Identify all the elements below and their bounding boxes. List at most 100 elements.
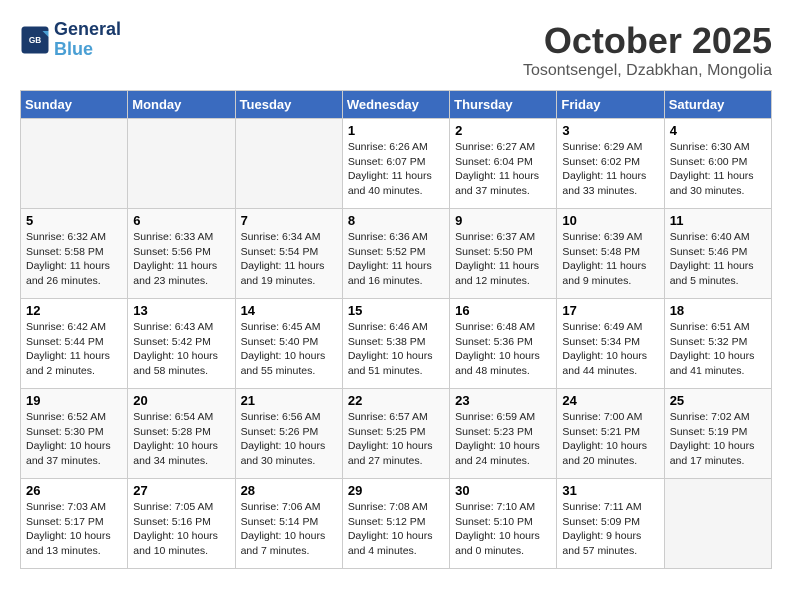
day-number: 17 xyxy=(562,303,658,318)
calendar-week-row: 5Sunrise: 6:32 AM Sunset: 5:58 PM Daylig… xyxy=(21,209,772,299)
day-number: 21 xyxy=(241,393,337,408)
day-number: 3 xyxy=(562,123,658,138)
calendar-cell: 20 Sunrise: 6:54 AM Sunset: 5:28 PM Dayli… xyxy=(128,389,235,479)
calendar-cell: 8 Sunrise: 6:36 AM Sunset: 5:52 PM Daylig… xyxy=(342,209,449,299)
calendar-cell: 13 Sunrise: 6:43 AM Sunset: 5:42 PM Dayli… xyxy=(128,299,235,389)
calendar-cell: 18 Sunrise: 6:51 AM Sunset: 5:32 PM Dayli… xyxy=(664,299,771,389)
day-number: 13 xyxy=(133,303,229,318)
weekday-header-sunday: Sunday xyxy=(21,91,128,119)
title-block: October 2025 Tosontsengel, Dzabkhan, Mon… xyxy=(523,20,772,80)
day-number: 25 xyxy=(670,393,766,408)
page-header: GB General Blue October 2025 Tosontsenge… xyxy=(20,20,772,80)
calendar-cell: 14 Sunrise: 6:45 AM Sunset: 5:40 PM Dayli… xyxy=(235,299,342,389)
calendar-cell: 3Sunrise: 6:29 AM Sunset: 6:02 PM Daylig… xyxy=(557,119,664,209)
svg-text:GB: GB xyxy=(29,36,41,45)
day-info: Sunrise: 7:08 AM Sunset: 5:12 PM Dayligh… xyxy=(348,500,444,559)
day-info: Sunrise: 6:36 AM Sunset: 5:52 PM Dayligh… xyxy=(348,230,444,289)
calendar-week-row: 19Sunrise: 6:52 AM Sunset: 5:30 PM Dayli… xyxy=(21,389,772,479)
day-number: 26 xyxy=(26,483,122,498)
month-title: October 2025 xyxy=(523,20,772,62)
day-info: Sunrise: 7:11 AM Sunset: 5:09 PM Dayligh… xyxy=(562,500,658,559)
day-number: 18 xyxy=(670,303,766,318)
weekday-header-thursday: Thursday xyxy=(450,91,557,119)
calendar-cell: 2Sunrise: 6:27 AM Sunset: 6:04 PM Daylig… xyxy=(450,119,557,209)
weekday-header-tuesday: Tuesday xyxy=(235,91,342,119)
calendar-cell: 5Sunrise: 6:32 AM Sunset: 5:58 PM Daylig… xyxy=(21,209,128,299)
calendar-cell: 27 Sunrise: 7:05 AM Sunset: 5:16 PM Dayli… xyxy=(128,479,235,569)
day-number: 19 xyxy=(26,393,122,408)
day-number: 15 xyxy=(348,303,444,318)
calendar-cell: 16 Sunrise: 6:48 AM Sunset: 5:36 PM Dayli… xyxy=(450,299,557,389)
day-info: Sunrise: 7:10 AM Sunset: 5:10 PM Dayligh… xyxy=(455,500,551,559)
day-info: Sunrise: 6:37 AM Sunset: 5:50 PM Dayligh… xyxy=(455,230,551,289)
day-info: Sunrise: 6:45 AM Sunset: 5:40 PM Dayligh… xyxy=(241,320,337,379)
day-info: Sunrise: 6:48 AM Sunset: 5:36 PM Dayligh… xyxy=(455,320,551,379)
calendar-cell xyxy=(235,119,342,209)
calendar-cell: 29 Sunrise: 7:08 AM Sunset: 5:12 PM Dayli… xyxy=(342,479,449,569)
day-info: Sunrise: 6:57 AM Sunset: 5:25 PM Dayligh… xyxy=(348,410,444,469)
day-number: 9 xyxy=(455,213,551,228)
day-info: Sunrise: 6:43 AM Sunset: 5:42 PM Dayligh… xyxy=(133,320,229,379)
day-number: 11 xyxy=(670,213,766,228)
day-info: Sunrise: 6:39 AM Sunset: 5:48 PM Dayligh… xyxy=(562,230,658,289)
calendar-cell: 31 Sunrise: 7:11 AM Sunset: 5:09 PM Dayli… xyxy=(557,479,664,569)
calendar-cell: 30 Sunrise: 7:10 AM Sunset: 5:10 PM Dayli… xyxy=(450,479,557,569)
day-info: Sunrise: 7:02 AM Sunset: 5:19 PM Dayligh… xyxy=(670,410,766,469)
day-info: Sunrise: 6:34 AM Sunset: 5:54 PM Dayligh… xyxy=(241,230,337,289)
day-info: Sunrise: 6:59 AM Sunset: 5:23 PM Dayligh… xyxy=(455,410,551,469)
calendar-cell: 24Sunrise: 7:00 AM Sunset: 5:21 PM Dayli… xyxy=(557,389,664,479)
day-number: 1 xyxy=(348,123,444,138)
day-number: 2 xyxy=(455,123,551,138)
calendar-cell xyxy=(128,119,235,209)
day-number: 16 xyxy=(455,303,551,318)
day-info: Sunrise: 7:06 AM Sunset: 5:14 PM Dayligh… xyxy=(241,500,337,559)
weekday-header-monday: Monday xyxy=(128,91,235,119)
calendar-cell: 4Sunrise: 6:30 AM Sunset: 6:00 PM Daylig… xyxy=(664,119,771,209)
day-number: 31 xyxy=(562,483,658,498)
day-number: 10 xyxy=(562,213,658,228)
weekday-header-saturday: Saturday xyxy=(664,91,771,119)
calendar-cell: 22Sunrise: 6:57 AM Sunset: 5:25 PM Dayli… xyxy=(342,389,449,479)
day-info: Sunrise: 6:33 AM Sunset: 5:56 PM Dayligh… xyxy=(133,230,229,289)
calendar-cell: 25 Sunrise: 7:02 AM Sunset: 5:19 PM Dayli… xyxy=(664,389,771,479)
day-number: 8 xyxy=(348,213,444,228)
calendar-cell: 7 Sunrise: 6:34 AM Sunset: 5:54 PM Daylig… xyxy=(235,209,342,299)
day-number: 6 xyxy=(133,213,229,228)
day-info: Sunrise: 6:26 AM Sunset: 6:07 PM Dayligh… xyxy=(348,140,444,199)
calendar-cell: 9 Sunrise: 6:37 AM Sunset: 5:50 PM Daylig… xyxy=(450,209,557,299)
weekday-header-row: SundayMondayTuesdayWednesdayThursdayFrid… xyxy=(21,91,772,119)
day-info: Sunrise: 6:54 AM Sunset: 5:28 PM Dayligh… xyxy=(133,410,229,469)
day-number: 27 xyxy=(133,483,229,498)
day-info: Sunrise: 6:49 AM Sunset: 5:34 PM Dayligh… xyxy=(562,320,658,379)
calendar-cell: 21Sunrise: 6:56 AM Sunset: 5:26 PM Dayli… xyxy=(235,389,342,479)
day-number: 4 xyxy=(670,123,766,138)
calendar-cell: 23 Sunrise: 6:59 AM Sunset: 5:23 PM Dayli… xyxy=(450,389,557,479)
calendar-cell xyxy=(664,479,771,569)
calendar-cell: 19Sunrise: 6:52 AM Sunset: 5:30 PM Dayli… xyxy=(21,389,128,479)
day-info: Sunrise: 6:51 AM Sunset: 5:32 PM Dayligh… xyxy=(670,320,766,379)
calendar-cell: 1 Sunrise: 6:26 AM Sunset: 6:07 PM Daylig… xyxy=(342,119,449,209)
day-number: 7 xyxy=(241,213,337,228)
day-number: 14 xyxy=(241,303,337,318)
day-info: Sunrise: 7:03 AM Sunset: 5:17 PM Dayligh… xyxy=(26,500,122,559)
calendar-cell: 10 Sunrise: 6:39 AM Sunset: 5:48 PM Dayli… xyxy=(557,209,664,299)
calendar-cell xyxy=(21,119,128,209)
logo-text: General Blue xyxy=(54,20,121,60)
day-number: 20 xyxy=(133,393,229,408)
calendar-week-row: 1 Sunrise: 6:26 AM Sunset: 6:07 PM Daylig… xyxy=(21,119,772,209)
day-info: Sunrise: 7:05 AM Sunset: 5:16 PM Dayligh… xyxy=(133,500,229,559)
logo: GB General Blue xyxy=(20,20,121,60)
day-info: Sunrise: 6:42 AM Sunset: 5:44 PM Dayligh… xyxy=(26,320,122,379)
day-info: Sunrise: 6:32 AM Sunset: 5:58 PM Dayligh… xyxy=(26,230,122,289)
calendar-cell: 28Sunrise: 7:06 AM Sunset: 5:14 PM Dayli… xyxy=(235,479,342,569)
calendar-cell: 17 Sunrise: 6:49 AM Sunset: 5:34 PM Dayli… xyxy=(557,299,664,389)
day-info: Sunrise: 6:46 AM Sunset: 5:38 PM Dayligh… xyxy=(348,320,444,379)
calendar-cell: 6 Sunrise: 6:33 AM Sunset: 5:56 PM Daylig… xyxy=(128,209,235,299)
day-number: 29 xyxy=(348,483,444,498)
day-number: 24 xyxy=(562,393,658,408)
day-info: Sunrise: 6:40 AM Sunset: 5:46 PM Dayligh… xyxy=(670,230,766,289)
calendar-week-row: 26 Sunrise: 7:03 AM Sunset: 5:17 PM Dayli… xyxy=(21,479,772,569)
day-number: 30 xyxy=(455,483,551,498)
day-number: 23 xyxy=(455,393,551,408)
day-number: 12 xyxy=(26,303,122,318)
